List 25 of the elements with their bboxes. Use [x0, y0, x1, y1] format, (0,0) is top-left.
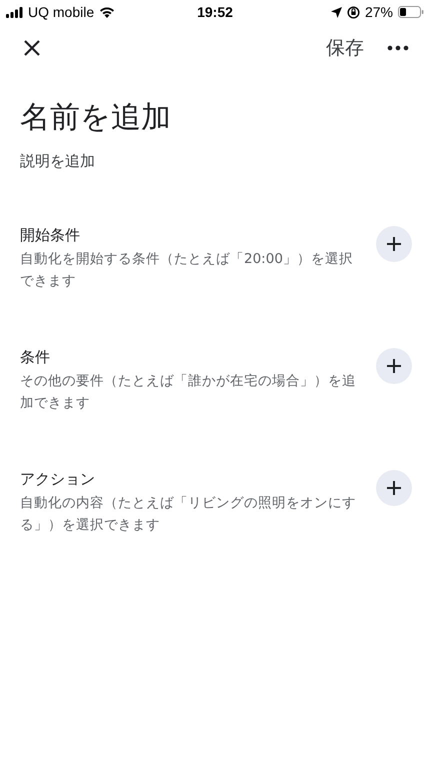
plus-icon [387, 237, 401, 251]
section-title: アクション [20, 469, 96, 490]
section-title: 開始条件 [20, 225, 81, 246]
signal-icon [6, 6, 23, 18]
clock-time: 19:52 [197, 4, 233, 20]
name-field[interactable]: 名前を追加 [20, 98, 412, 138]
save-button[interactable]: 保存 [322, 29, 368, 67]
battery-percent: 27% [364, 4, 393, 20]
wifi-icon [99, 6, 116, 18]
description-field[interactable]: 説明を追加 [20, 150, 412, 172]
rotation-lock-icon [346, 6, 360, 18]
section-description: 自動化を開始する条件（たとえば「20:00」）を選択できます [20, 250, 354, 291]
close-icon [23, 39, 41, 57]
section-title: 条件 [20, 347, 51, 368]
carrier-name: UQ mobile [28, 4, 94, 20]
location-arrow-icon [330, 6, 342, 18]
add-button[interactable] [376, 470, 412, 506]
plus-icon [387, 359, 401, 373]
add-button[interactable] [376, 348, 412, 384]
more-icon [387, 45, 409, 51]
plus-icon [387, 481, 401, 495]
add-button[interactable] [376, 226, 412, 262]
section-description: その他の要件（たとえば「誰かが在宅の場合」）を追加できます [20, 372, 357, 413]
section-description: 自動化の内容（たとえば「リビングの照明をオンにする」）を選択できます [20, 494, 357, 535]
battery-icon [398, 6, 424, 18]
